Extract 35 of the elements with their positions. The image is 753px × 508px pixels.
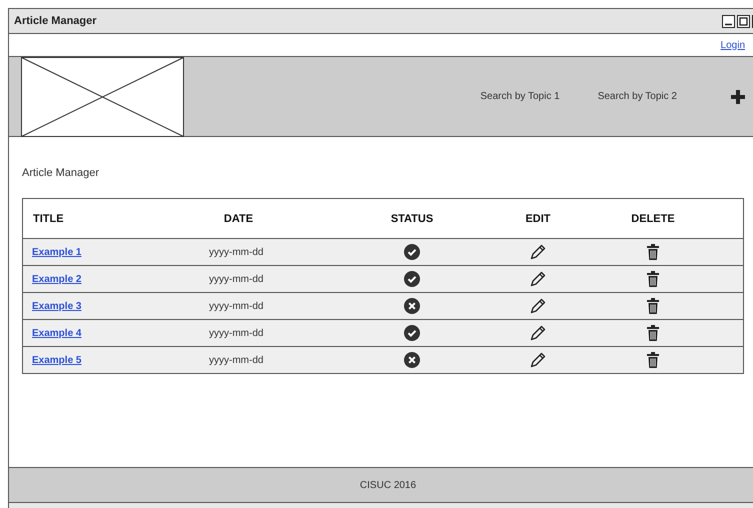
date-cell-text: yyyy-mm-dd (208, 274, 264, 284)
column-header: DELETE (631, 212, 675, 224)
maximize-icon[interactable] (737, 14, 750, 28)
nav-link[interactable]: Search by Topic 2 (598, 91, 677, 102)
column-header: STATUS (390, 212, 434, 224)
trash-icon[interactable] (647, 271, 659, 287)
article-link[interactable]: Example 3 (23, 300, 82, 312)
date-cell-text: yyyy-mm-dd (208, 354, 264, 366)
trash-icon[interactable] (647, 244, 659, 260)
date-cell-text: yyyy-mm-dd (208, 328, 264, 338)
image-placeholder-icon (21, 56, 184, 136)
plus-icon[interactable] (731, 90, 745, 104)
date-cell-text: yyyy-mm-dd (208, 246, 264, 258)
footer-text: CISUC 2016 (360, 480, 416, 490)
date-cell-text: yyyy-mm-dd (208, 300, 264, 312)
article-link[interactable]: Example 1 (23, 246, 82, 258)
pencil-icon[interactable] (530, 298, 546, 314)
pencil-icon[interactable] (530, 271, 546, 287)
article-link[interactable]: Example 4 (23, 328, 82, 338)
trash-icon[interactable] (647, 298, 659, 314)
column-header: DATE (224, 212, 254, 224)
window-title: Article Manager (14, 15, 98, 27)
trash-icon[interactable] (647, 352, 659, 368)
pencil-icon[interactable] (530, 325, 546, 341)
article-link[interactable]: Example 2 (23, 274, 82, 284)
article-link[interactable]: Example 5 (23, 354, 82, 366)
pencil-icon[interactable] (530, 352, 546, 368)
login-link[interactable]: Login (720, 40, 745, 50)
pencil-icon[interactable] (530, 244, 546, 260)
column-header: EDIT (525, 212, 551, 224)
column-header: TITLE (32, 212, 64, 224)
nav-link[interactable]: Search by Topic 1 (480, 91, 560, 102)
trash-icon[interactable] (647, 325, 659, 341)
page-heading: Article Manager (22, 167, 100, 179)
minimize-icon[interactable] (722, 14, 735, 28)
